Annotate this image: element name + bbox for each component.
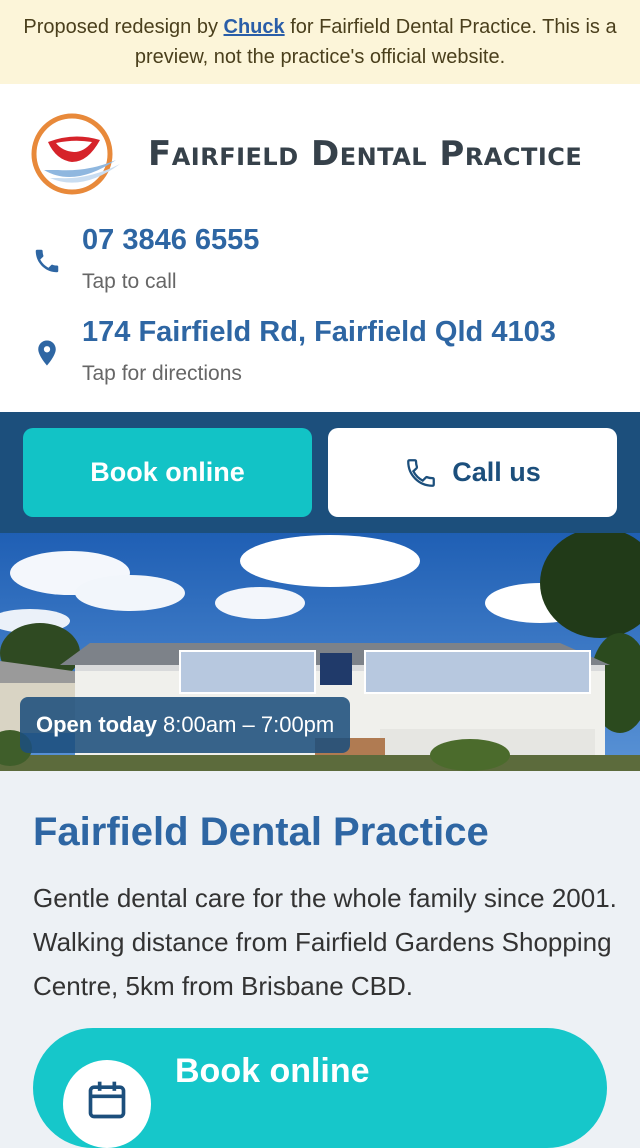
map-pin-icon bbox=[38, 340, 56, 366]
book-online-large-label: Book online bbox=[175, 1052, 370, 1090]
intro-description: Gentle dental care for the whole family … bbox=[33, 883, 617, 1001]
calendar-icon-circle bbox=[63, 1060, 151, 1148]
phone-icon bbox=[407, 458, 436, 487]
opening-hours: 8:00am – 7:00pm bbox=[163, 712, 335, 737]
phone-hint: Tap to call bbox=[82, 270, 177, 293]
opening-hours-badge: Open today 8:00am – 7:00pm bbox=[20, 697, 351, 753]
call-us-label: Call us bbox=[452, 457, 541, 487]
calendar-icon bbox=[88, 1081, 126, 1119]
logo-icon[interactable] bbox=[28, 110, 124, 198]
site-header: Fairfield Dental Practice 07 3846 6555 T… bbox=[0, 84, 640, 412]
open-today-label: Open today bbox=[36, 712, 158, 737]
banner-author-link[interactable]: Chuck bbox=[224, 16, 285, 38]
address-hint: Tap for directions bbox=[82, 362, 242, 385]
book-online-button[interactable]: Book online bbox=[23, 428, 312, 517]
book-online-large-button[interactable]: Book online bbox=[33, 1028, 607, 1148]
phone-number[interactable]: 07 3846 6555 bbox=[82, 224, 259, 257]
cta-bar: Book online Call us bbox=[0, 412, 640, 533]
phone-icon bbox=[35, 249, 59, 273]
address-text[interactable]: 174 Fairfield Rd, Fairfield Qld 4103 bbox=[82, 316, 556, 349]
logo-text[interactable]: Fairfield Dental Practice bbox=[148, 134, 582, 174]
banner-prefix: Proposed redesign by bbox=[23, 16, 224, 38]
call-us-button[interactable]: Call us bbox=[328, 428, 617, 517]
book-online-label: Book online bbox=[90, 457, 245, 487]
preview-banner: Proposed redesign by Chuck for Fairfield… bbox=[0, 0, 640, 84]
page-title: Fairfield Dental Practice bbox=[33, 810, 489, 854]
hero-image: Open today 8:00am – 7:00pm bbox=[0, 533, 640, 771]
